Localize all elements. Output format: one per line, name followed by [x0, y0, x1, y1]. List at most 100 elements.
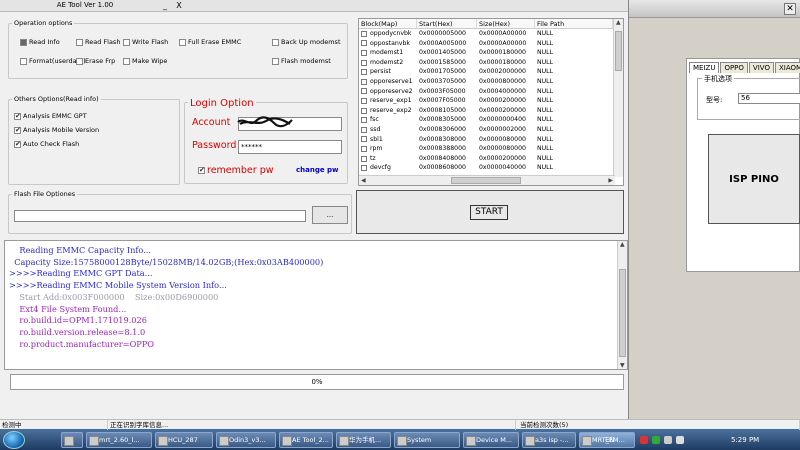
start-cell: 0x000A005000 — [419, 39, 467, 47]
taskbar-button[interactable]: System — [394, 432, 460, 448]
size-cell: 0x0000080000 — [479, 145, 526, 153]
log-scroll-up-arrow-icon[interactable]: ▲ — [620, 241, 625, 248]
tray-speaker-icon[interactable] — [676, 436, 684, 444]
isp-pinout-button[interactable]: ISP PINO — [708, 134, 800, 224]
auto-check-flash-checkbox[interactable]: Auto Check Flash — [14, 140, 79, 148]
log-scrollbar[interactable]: ▲ ▼ — [617, 241, 627, 369]
tray-network-icon[interactable] — [652, 436, 660, 444]
remember-pw-checkbox[interactable]: remember pw — [198, 165, 274, 176]
column-header-start[interactable]: Start(Hex) — [417, 19, 477, 28]
password-input[interactable]: ****** — [238, 140, 342, 154]
table-row[interactable]: fsc 0x0008305000 0x0000000400 NULL — [359, 115, 623, 125]
taskbar-button[interactable]: a3s isp -... — [522, 432, 576, 448]
log-line: >>>>Reading EMMC GPT Data... — [9, 268, 153, 279]
analysis-emmc-gpt-checkbox[interactable]: Analysis EMMC GPT — [14, 112, 87, 120]
log-line: Start Add:0x003F000000 Size:0x00D6900000 — [9, 291, 219, 302]
write-flash-option[interactable]: Write Flash — [123, 38, 168, 46]
tab-xiaomi[interactable]: XIAOMI — [774, 62, 800, 73]
row-checkbox[interactable] — [361, 40, 367, 47]
column-header-size[interactable]: Size(Hex) — [477, 19, 535, 28]
browse-button[interactable]: ... — [312, 206, 348, 224]
start-button[interactable]: START — [470, 205, 508, 220]
table-row[interactable]: ssd 0x0008306000 0x0000002000 NULL — [359, 125, 623, 135]
table-vertical-scroll-thumb[interactable] — [615, 31, 622, 71]
tab-oppo[interactable]: OPPO — [720, 62, 748, 73]
table-row[interactable]: modemst1 0x0001405000 0x0000180000 NULL — [359, 48, 623, 58]
tray-app-icon[interactable] — [640, 436, 648, 444]
table-row[interactable]: devcfg 0x0008608000 0x0000040000 NULL — [359, 163, 623, 173]
start-orb-icon[interactable] — [3, 431, 25, 449]
start-button-area[interactable]: START — [356, 190, 624, 234]
taskbar-button[interactable]: mrt_2.60_l... — [86, 432, 152, 448]
table-row[interactable]: persist 0x0001705000 0x0002000000 NULL — [359, 67, 623, 77]
erase-frp-option[interactable]: Erase Frp — [76, 57, 115, 65]
row-checkbox[interactable] — [361, 69, 367, 76]
scroll-left-arrow-icon[interactable]: ◀ — [361, 177, 366, 184]
table-row[interactable]: reserve_exp1 0x0007F05000 0x0000200000 NULL — [359, 96, 623, 106]
row-checkbox[interactable] — [361, 88, 367, 95]
row-checkbox[interactable] — [361, 30, 367, 37]
table-row[interactable]: oppostanvbk 0x000A005000 0x0000A00000 NULL — [359, 39, 623, 49]
backup-modemst-option[interactable]: Back Up modemst — [272, 38, 341, 46]
analysis-mobile-version-checkbox[interactable]: Analysis Mobile Version — [14, 126, 99, 134]
row-checkbox[interactable] — [361, 107, 367, 114]
table-row[interactable]: opporeserve2 0x0003F05000 0x0004000000 NULL — [359, 87, 623, 97]
table-vertical-scrollbar[interactable]: ▲ — [613, 19, 623, 177]
tray-flag-icon[interactable] — [664, 436, 672, 444]
clock[interactable]: 5:29 PM — [731, 436, 759, 444]
row-checkbox[interactable] — [361, 136, 367, 143]
tab-vivo[interactable]: VIVO — [748, 62, 774, 73]
table-row[interactable]: tz 0x0008408000 0x0000200000 NULL — [359, 154, 623, 164]
flash-modemst-option[interactable]: Flash modemst — [272, 57, 331, 65]
language-indicator[interactable]: EN — [605, 436, 615, 444]
row-checkbox[interactable] — [361, 155, 367, 162]
row-checkbox[interactable] — [361, 97, 367, 104]
make-wipe-option[interactable]: Make Wipe — [123, 57, 167, 65]
read-info-option[interactable]: Read Info — [20, 38, 60, 46]
table-row[interactable]: reserve_exp2 0x0008105000 0x0000200000 NULL — [359, 106, 623, 116]
row-checkbox[interactable] — [361, 78, 367, 85]
log-scroll-thumb[interactable] — [619, 269, 626, 357]
table-row[interactable]: rpm 0x0008388000 0x0000080000 NULL — [359, 144, 623, 154]
table-row[interactable]: modemst2 0x0001585000 0x0000180000 NULL — [359, 58, 623, 68]
scroll-right-arrow-icon[interactable]: ▶ — [608, 177, 613, 184]
option-label: Full Erase EMMC — [188, 38, 242, 46]
table-row[interactable]: sbl1 0x0008308000 0x0000080000 NULL — [359, 135, 623, 145]
block-cell: devcfg — [359, 163, 417, 173]
read-flash-option[interactable]: Read Flash — [76, 38, 120, 46]
table-horizontal-scrollbar[interactable]: ◀ ▶ — [359, 175, 615, 185]
table-row[interactable]: oppodycnvbk 0x0000005000 0x0000A00000 NULL — [359, 29, 623, 39]
row-checkbox[interactable] — [361, 117, 367, 124]
taskbar-button[interactable]: 华为手机... — [336, 432, 391, 448]
full-erase-emmc-option[interactable]: Full Erase EMMC — [179, 38, 241, 46]
row-checkbox[interactable] — [361, 126, 367, 133]
taskbar-button[interactable]: AE Tool_2... — [279, 432, 333, 448]
secondary-close-button[interactable]: ✕ — [784, 3, 796, 15]
checkbox-label: Auto Check Flash — [23, 140, 80, 148]
table-horizontal-scroll-thumb[interactable] — [451, 177, 521, 184]
operation-options-legend: Operation options — [14, 19, 73, 27]
table-row[interactable]: opporeserve1 0x0003705000 0x0000800000 NULL — [359, 77, 623, 87]
block-cell: sbl1 — [359, 135, 417, 145]
flash-file-path-input[interactable] — [14, 210, 306, 222]
tab-meizu[interactable]: MEIZU — [689, 62, 720, 73]
option-label: Back Up modemst — [281, 38, 341, 46]
scroll-up-arrow-icon[interactable]: ▲ — [616, 19, 621, 26]
model-input[interactable]: 56 — [738, 93, 800, 104]
log-scroll-down-arrow-icon[interactable]: ▼ — [620, 362, 625, 369]
change-pw-link[interactable]: change pw — [296, 166, 339, 174]
row-checkbox[interactable] — [361, 165, 367, 172]
row-checkbox[interactable] — [361, 49, 367, 56]
column-header-filepath[interactable]: File Path — [535, 19, 613, 28]
taskbar-button[interactable]: HCU_287 — [155, 432, 213, 448]
row-checkbox[interactable] — [361, 59, 367, 66]
taskbar-button[interactable]: Device M... — [463, 432, 519, 448]
block-cell: opporeserve2 — [359, 87, 417, 97]
row-checkbox[interactable] — [361, 145, 367, 152]
close-button[interactable]: X — [171, 1, 187, 11]
block-cell: opporeserve1 — [359, 77, 417, 87]
column-header-block[interactable]: Block(Map) — [359, 19, 417, 28]
status-section-1: 检测中 — [0, 420, 108, 430]
taskbar-button[interactable]: Odin3_v3... — [216, 432, 276, 448]
taskbar-quick-launch[interactable] — [61, 432, 83, 448]
